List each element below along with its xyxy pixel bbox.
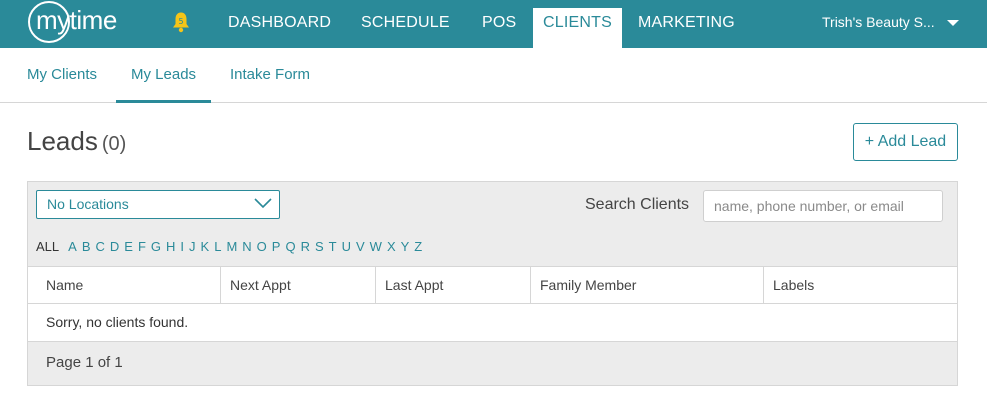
nav-clients[interactable]: CLIENTS	[533, 8, 622, 48]
top-navbar: mytime 5 DASHBOARD SCHEDULE POS CLIENTS …	[0, 0, 987, 48]
search-clients-label: Search Clients	[585, 196, 690, 213]
leads-panel: No Locations Search Clients ALL ABCDEFGHI…	[27, 181, 958, 386]
leads-table: Name Next Appt Last Appt Family Member L…	[28, 266, 957, 384]
chevron-down-icon	[254, 198, 272, 209]
location-select[interactable]: No Locations	[36, 190, 280, 219]
alpha-filter-q[interactable]: Q	[285, 239, 295, 254]
mytime-logo[interactable]: mytime	[28, 1, 132, 43]
notification-bell-icon[interactable]: 5	[171, 11, 191, 33]
table-header-row: Name Next Appt Last Appt Family Member L…	[28, 266, 957, 304]
alpha-filter-f[interactable]: F	[138, 239, 146, 254]
nav-schedule[interactable]: SCHEDULE	[361, 0, 450, 48]
account-menu-label[interactable]: Trish's Beauty S...	[822, 0, 935, 48]
pagination-label: Page 1 of 1	[46, 354, 123, 371]
alpha-filter-c[interactable]: C	[95, 239, 104, 254]
column-header-name[interactable]: Name	[28, 267, 220, 304]
alpha-filter-p[interactable]: P	[272, 239, 281, 254]
alpha-filter-z[interactable]: Z	[414, 239, 422, 254]
alpha-filter-d[interactable]: D	[110, 239, 119, 254]
nav-pos[interactable]: POS	[482, 0, 516, 48]
subtab-my-clients[interactable]: My Clients	[27, 48, 97, 103]
leads-count: (0)	[101, 133, 127, 155]
alpha-filter-n[interactable]: N	[242, 239, 251, 254]
alpha-filter-l[interactable]: L	[214, 239, 221, 254]
alpha-filter-all[interactable]: ALL	[36, 239, 59, 254]
alpha-filter-a[interactable]: A	[68, 239, 77, 254]
bell-badge-count: 5	[178, 17, 183, 26]
subtab-intake-form[interactable]: Intake Form	[230, 48, 310, 103]
account-caret-down-icon[interactable]	[947, 20, 959, 26]
search-clients-input[interactable]	[703, 190, 943, 222]
alpha-filter-x[interactable]: X	[387, 239, 396, 254]
alpha-filter-k[interactable]: K	[201, 239, 210, 254]
alpha-filter-i[interactable]: I	[180, 239, 184, 254]
clients-subnav: My Clients My Leads Intake Form	[0, 48, 987, 103]
logo-text: mytime	[36, 5, 117, 35]
alpha-filter-g[interactable]: G	[151, 239, 161, 254]
alpha-filter-r[interactable]: R	[301, 239, 310, 254]
alpha-filter-m[interactable]: M	[226, 239, 237, 254]
alpha-filter-t[interactable]: T	[329, 239, 337, 254]
alpha-filter-b[interactable]: B	[82, 239, 91, 254]
subtab-my-leads[interactable]: My Leads	[116, 48, 212, 103]
alpha-filter-j[interactable]: J	[189, 239, 196, 254]
alpha-filter-e[interactable]: E	[124, 239, 133, 254]
alpha-filter-u[interactable]: U	[342, 239, 351, 254]
nav-marketing[interactable]: MARKETING	[638, 0, 735, 48]
alpha-filter-s[interactable]: S	[315, 239, 324, 254]
alpha-filter-h[interactable]: H	[166, 239, 175, 254]
alpha-filter-y[interactable]: Y	[401, 239, 410, 254]
page-title-text: Leads	[27, 126, 98, 156]
alpha-filter-o[interactable]: O	[257, 239, 267, 254]
column-header-next-appt[interactable]: Next Appt	[220, 267, 375, 304]
column-header-labels[interactable]: Labels	[763, 267, 957, 304]
location-select-value: No Locations	[47, 196, 129, 212]
alpha-filter-w[interactable]: W	[370, 239, 382, 254]
alpha-filter-v[interactable]: V	[356, 239, 365, 254]
nav-dashboard[interactable]: DASHBOARD	[228, 0, 331, 48]
column-header-family-member[interactable]: Family Member	[530, 267, 763, 304]
add-lead-button[interactable]: + Add Lead	[853, 123, 958, 161]
column-header-last-appt[interactable]: Last Appt	[375, 267, 530, 304]
alphabet-filter: ALL A B C D E F G H I J K L M N O P Q R S T U V W X Y Z	[36, 239, 427, 254]
empty-state-message: Sorry, no clients found.	[28, 304, 957, 342]
page-title: Leads (0)	[27, 126, 126, 157]
